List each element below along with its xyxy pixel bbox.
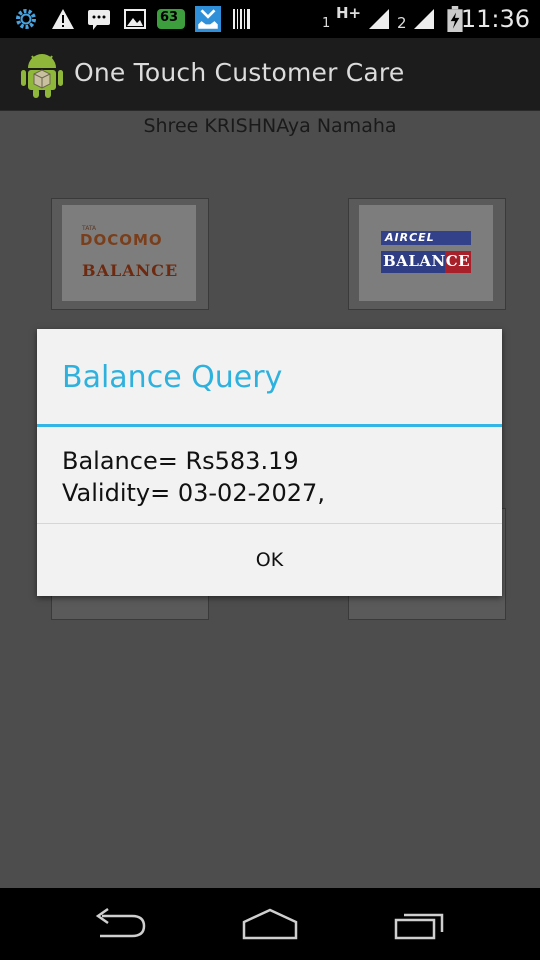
- dialog-title-divider: [37, 424, 502, 427]
- signal-sim1-icon: [369, 9, 389, 29]
- barcode-icon: [233, 9, 250, 29]
- ok-button[interactable]: OK: [37, 524, 502, 596]
- docomo-balance-tile[interactable]: TATA DOCOMO BALANCE: [51, 198, 209, 310]
- signal-sim2-icon: [414, 9, 434, 29]
- notification-badge-icon: 63: [157, 9, 185, 29]
- docomo-balance-label: BALANCE: [82, 261, 179, 280]
- warning-icon: [52, 9, 74, 29]
- back-icon[interactable]: [88, 906, 152, 942]
- image-icon: [124, 9, 146, 29]
- message-icon: [88, 10, 110, 30]
- sim1-label: 1: [322, 16, 331, 31]
- sim2-label: 2: [397, 14, 407, 32]
- recents-icon[interactable]: [388, 906, 452, 942]
- navigation-bar: [0, 888, 540, 960]
- notification-badge-count: 63: [160, 10, 179, 25]
- balance-text: Balance= Rs583.19: [62, 447, 299, 475]
- gear-icon: [16, 9, 36, 29]
- aircel-tile-image: AIRCEL BALANCE: [359, 205, 493, 301]
- call-forward-icon: [195, 6, 221, 32]
- status-bar: 63 1 H+ 2 11:36: [0, 0, 540, 38]
- docomo-logo: DOCOMO: [80, 231, 163, 249]
- docomo-tile-image: TATA DOCOMO BALANCE: [62, 205, 196, 301]
- subtitle: Shree KRISHNAya Namaha: [143, 115, 397, 137]
- aircel-balance-label: BALANCE: [383, 252, 471, 270]
- dialog-title: Balance Query: [62, 360, 283, 395]
- app-title: One Touch Customer Care: [74, 58, 405, 87]
- aircel-balance-tile[interactable]: AIRCEL BALANCE: [348, 198, 506, 310]
- aircel-logo-text: AIRCEL: [385, 231, 435, 244]
- android-icon[interactable]: [20, 50, 64, 98]
- balance-query-dialog: Balance Query Balance= Rs583.19 Validity…: [37, 329, 502, 596]
- home-icon[interactable]: [238, 906, 302, 942]
- dialog-message: Balance= Rs583.19 Validity= 03-02-2027,: [62, 445, 325, 509]
- action-bar: One Touch Customer Care: [0, 38, 540, 112]
- validity-text: Validity= 03-02-2027,: [62, 479, 325, 507]
- network-type-label: H+: [336, 4, 362, 22]
- clock: 11:36: [460, 5, 530, 33]
- aircel-balance-badge: BALANCE: [381, 251, 471, 273]
- aircel-logo: AIRCEL: [381, 231, 471, 245]
